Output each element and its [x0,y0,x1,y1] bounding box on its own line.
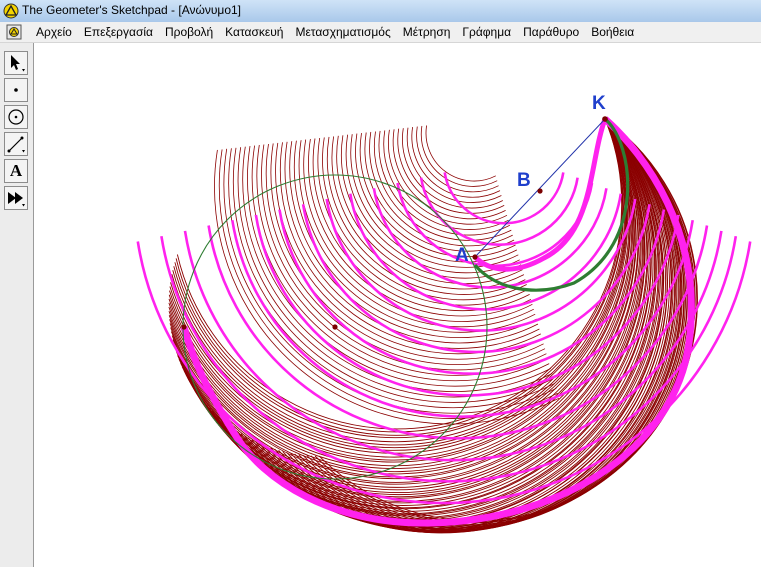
compass-tool[interactable] [4,105,28,129]
hatch-arc [237,147,553,398]
window-title: The Geometer's Sketchpad - [Ανώνυμο1] [22,3,242,17]
family-arc [169,118,637,478]
menu-construct[interactable]: Κατασκευή [219,22,289,42]
straightedge-tool[interactable] [4,132,28,156]
menu-edit[interactable]: Επεξεργασία [78,22,159,42]
sketchpad-app-icon [3,3,19,19]
label-k[interactable]: K [592,93,606,114]
document-icon[interactable] [6,24,22,40]
segment-icon [7,136,25,153]
label-b[interactable]: B [517,170,531,191]
label-a[interactable]: A [455,245,469,266]
hatch-arc [364,132,515,252]
trace-inner-edge [473,118,608,272]
point-tool[interactable] [4,78,28,102]
custom-tool[interactable] [4,186,28,210]
menu-graph[interactable]: Γράφημα [456,22,517,42]
fast-forward-icon [8,192,25,207]
menu-file[interactable]: Αρχείο [30,22,78,42]
hatch-arc [416,126,499,193]
menu-window[interactable]: Παράθυρο [517,22,585,42]
arrow-icon [11,55,25,72]
menu-transform[interactable]: Μετασχηματισμός [289,22,396,42]
point-b[interactable] [537,188,543,194]
compass-circle-icon [8,109,24,125]
hatch-arc [411,127,501,198]
menu-help[interactable]: Βοήθεια [585,22,640,42]
point-k[interactable] [602,116,608,122]
locus-arc [473,117,630,292]
point-a[interactable] [472,254,478,260]
family-arc [173,118,643,493]
circle-center-point[interactable] [332,324,338,330]
toolbox: A [0,43,34,567]
hatch-arc [420,125,498,187]
trace-arc [419,177,579,246]
menu-bar: Αρχείο Επεξεργασία Προβολή Κατασκευή Μετ… [0,22,761,43]
point-icon [14,88,18,92]
text-tool[interactable]: A [4,159,28,183]
text-tool-glyph: A [9,161,23,180]
menu-measure[interactable]: Μέτρηση [397,22,457,42]
menu-view[interactable]: Προβολή [159,22,219,42]
title-bar: The Geometer's Sketchpad - [Ανώνυμο1] [0,0,761,23]
hatch-arc [425,125,496,182]
circle-point-on-edge[interactable] [181,324,187,330]
sketch-canvas[interactable]: K B A [34,43,761,567]
selection-arrow-tool[interactable] [4,51,28,75]
hatch-arc [298,140,534,328]
